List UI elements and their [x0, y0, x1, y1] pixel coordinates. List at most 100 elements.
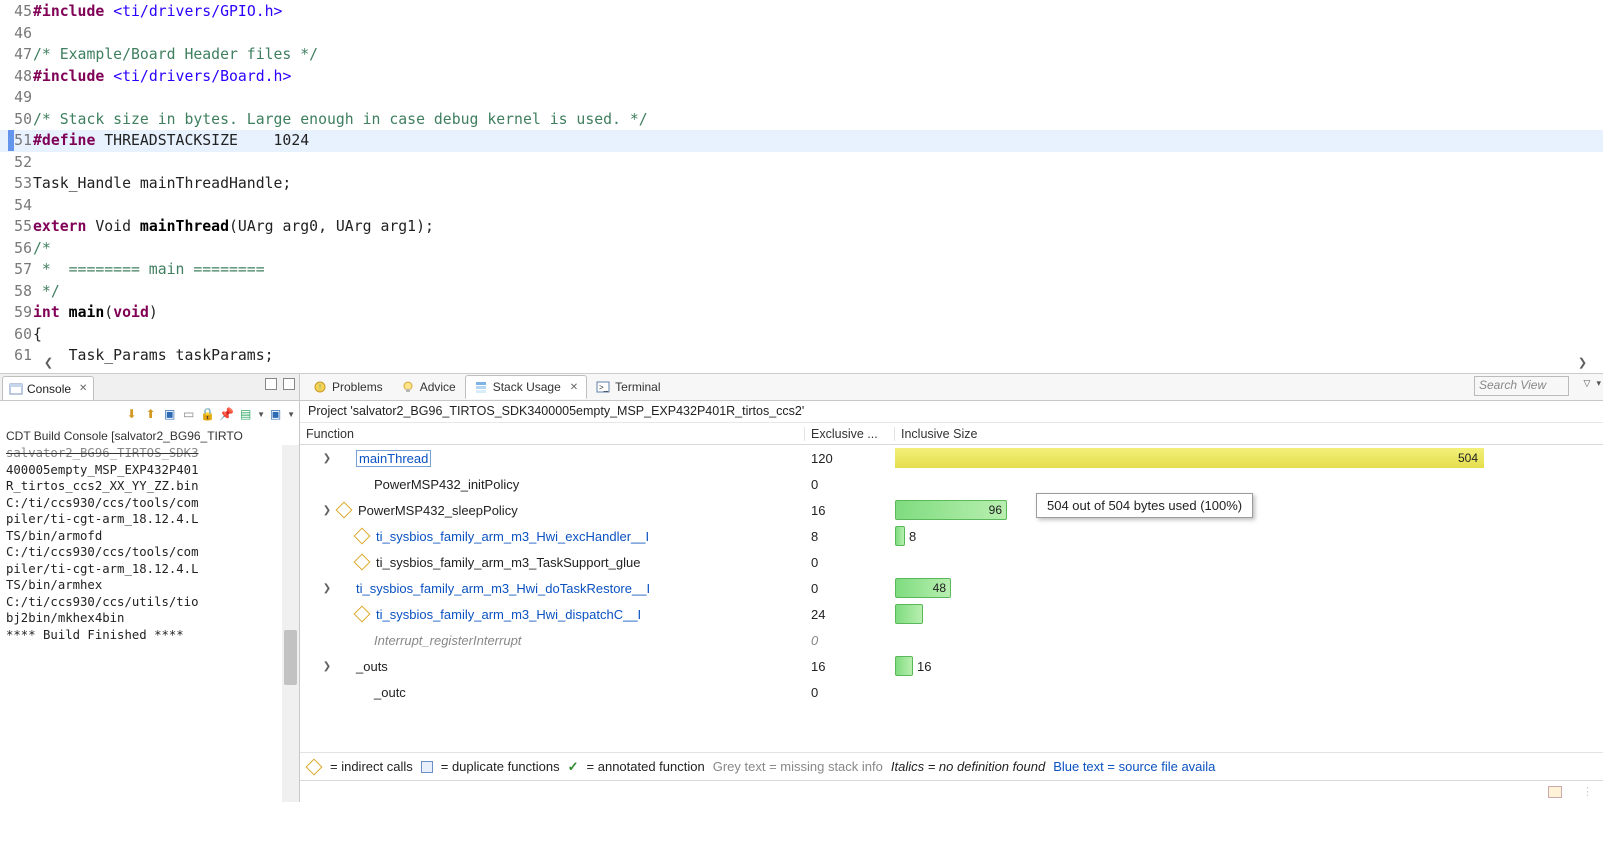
code-line[interactable]: 58 */ — [0, 281, 1603, 303]
close-icon[interactable]: ✕ — [79, 383, 87, 394]
minimize-icon[interactable] — [265, 378, 277, 390]
inclusive-size-cell — [895, 679, 1603, 705]
function-name: ti_sysbios_family_arm_m3_TaskSupport_glu… — [376, 555, 640, 570]
expander-icon[interactable]: ❯ — [320, 505, 334, 516]
code-line[interactable]: 45#include <ti/drivers/GPIO.h> — [0, 1, 1603, 23]
code-line[interactable]: 60{ — [0, 324, 1603, 346]
code-line[interactable]: 55extern Void mainThread(UArg arg0, UArg… — [0, 216, 1603, 238]
terminal-tab-label: Terminal — [615, 380, 660, 394]
code-line[interactable]: 48#include <ti/drivers/Board.h> — [0, 66, 1603, 88]
expander-icon[interactable]: ❯ — [320, 583, 334, 594]
code-line[interactable]: 59int main(void) — [0, 302, 1603, 324]
code-text: /* — [33, 238, 1603, 260]
table-row[interactable]: ❯mainThread120504 — [300, 445, 1603, 471]
code-line[interactable]: 47/* Example/Board Header files */ — [0, 44, 1603, 66]
inclusive-size-cell — [895, 627, 1603, 653]
col-inclusive[interactable]: Inclusive Size — [895, 427, 1603, 441]
table-row[interactable]: _outc0 — [300, 679, 1603, 705]
code-line[interactable]: 52 — [0, 152, 1603, 174]
table-row[interactable]: ❯ti_sysbios_family_arm_m3_Hwi_doTaskRest… — [300, 575, 1603, 601]
lock-scroll-icon[interactable]: 🔒 — [199, 406, 216, 423]
export-icon[interactable]: ▣ — [161, 406, 178, 423]
console-v-scroll[interactable] — [282, 445, 299, 802]
legend-annotated: = annotated function — [587, 759, 705, 774]
inclusive-size-cell: 16 — [895, 653, 1603, 679]
exclusive-size: 0 — [805, 633, 895, 648]
code-text: /* Stack size in bytes. Large enough in … — [33, 109, 1603, 131]
code-line[interactable]: 53Task_Handle mainThreadHandle; — [0, 173, 1603, 195]
legend: = indirect calls = duplicate functions ✓… — [300, 752, 1603, 780]
code-line[interactable]: 50/* Stack size in bytes. Large enough i… — [0, 109, 1603, 131]
console-line: C:/ti/ccs930/ccs/utils/tio — [6, 594, 293, 611]
terminal-tab[interactable]: >_ Terminal — [587, 375, 669, 399]
code-line[interactable]: 57 * ======== main ======== — [0, 259, 1603, 281]
arrow-up-icon[interactable]: ⬆ — [142, 406, 159, 423]
size-bar — [895, 656, 913, 676]
size-bar: 96 — [895, 500, 1007, 520]
code-text — [33, 152, 1603, 174]
console-line: R_tirtos_ccs2_XX_YY_ZZ.bin — [6, 478, 293, 495]
table-row[interactable]: ❯PowerMSP432_sleepPolicy1696504 out of 5… — [300, 497, 1603, 523]
view-menu-icon[interactable]: ▽ — [1584, 378, 1591, 389]
code-line[interactable]: 49 — [0, 87, 1603, 109]
inclusive-size-cell: 96504 out of 504 bytes used (100%) — [895, 497, 1603, 523]
col-exclusive[interactable]: Exclusive ... — [805, 427, 895, 441]
console-line: C:/ti/ccs930/ccs/tools/com — [6, 495, 293, 512]
expander-icon[interactable]: ❯ — [320, 661, 334, 672]
problems-tab[interactable]: ! Problems — [304, 375, 392, 399]
exclusive-size: 8 — [805, 529, 895, 544]
table-row[interactable]: ti_sysbios_family_arm_m3_Hwi_excHandler_… — [300, 523, 1603, 549]
function-name: _outc — [374, 685, 406, 700]
maximize-icon[interactable] — [283, 378, 295, 390]
line-number: 51 — [0, 130, 33, 152]
line-number: 59 — [0, 302, 33, 324]
diamond-icon — [354, 606, 371, 623]
table-row[interactable]: ti_sysbios_family_arm_m3_Hwi_dispatchC__… — [300, 601, 1603, 627]
code-text — [33, 23, 1603, 45]
console-icon — [9, 382, 23, 396]
stack-table-body[interactable]: ❯mainThread120504PowerMSP432_initPolicy0… — [300, 445, 1603, 752]
code-line[interactable]: 51#define THREADSTACKSIZE 1024 — [0, 130, 1603, 152]
table-row[interactable]: ❯_outs16 16 — [300, 653, 1603, 679]
table-row[interactable]: PowerMSP432_initPolicy0 — [300, 471, 1603, 497]
line-number: 60 — [0, 324, 33, 346]
pin-icon[interactable]: 📌 — [218, 406, 235, 423]
console-tab[interactable]: Console ✕ — [2, 376, 94, 400]
scroll-right-icon[interactable]: ❯ — [1574, 354, 1591, 371]
problems-tab-label: Problems — [332, 380, 383, 394]
console-line: bj2bin/mkhex4bin — [6, 610, 293, 627]
advice-tab[interactable]: Advice — [392, 375, 465, 399]
console-line: salvator2_BG96_TIRTOS_SDK3 — [6, 445, 293, 462]
svg-text:!: ! — [319, 383, 321, 392]
code-editor[interactable]: 45#include <ti/drivers/GPIO.h>4647/* Exa… — [0, 0, 1603, 374]
line-number: 46 — [0, 23, 33, 45]
code-line[interactable]: 56/* — [0, 238, 1603, 260]
status-mini-icon[interactable] — [1548, 786, 1562, 798]
code-text: { — [33, 324, 1603, 346]
expander-icon[interactable]: ❯ — [320, 453, 334, 464]
col-function[interactable]: Function — [300, 427, 805, 441]
chevron-down-icon[interactable]: ▾ — [1596, 378, 1601, 389]
console-output[interactable]: salvator2_BG96_TIRTOS_SDK3400005empty_MS… — [0, 445, 299, 802]
close-icon[interactable]: ✕ — [570, 382, 578, 393]
clear-icon[interactable]: ▭ — [180, 406, 197, 423]
inclusive-size-cell — [895, 601, 1603, 627]
search-view-input[interactable]: Search View — [1474, 376, 1569, 396]
arrow-down-icon[interactable]: ⬇ — [123, 406, 140, 423]
table-row[interactable]: ti_sysbios_family_arm_m3_TaskSupport_glu… — [300, 549, 1603, 575]
display-selected-icon[interactable]: ▤ — [237, 406, 254, 423]
exclusive-size: 0 — [805, 581, 895, 596]
scroll-left-icon[interactable]: ❮ — [40, 354, 57, 371]
editor-h-scroll[interactable]: ❮ ❯ — [40, 354, 1591, 371]
check-icon: ✓ — [568, 759, 579, 775]
stack-usage-tab[interactable]: Stack Usage ✕ — [465, 375, 587, 399]
code-line[interactable]: 54 — [0, 195, 1603, 217]
inclusive-size-cell: 48 — [895, 575, 1603, 601]
code-text: int main(void) — [33, 302, 1603, 324]
open-console-icon[interactable]: ▣ — [267, 406, 284, 423]
inclusive-size-cell — [895, 549, 1603, 575]
exclusive-size: 120 — [805, 451, 895, 466]
table-row[interactable]: Interrupt_registerInterrupt0 — [300, 627, 1603, 653]
code-line[interactable]: 46 — [0, 23, 1603, 45]
diamond-icon — [336, 502, 353, 519]
